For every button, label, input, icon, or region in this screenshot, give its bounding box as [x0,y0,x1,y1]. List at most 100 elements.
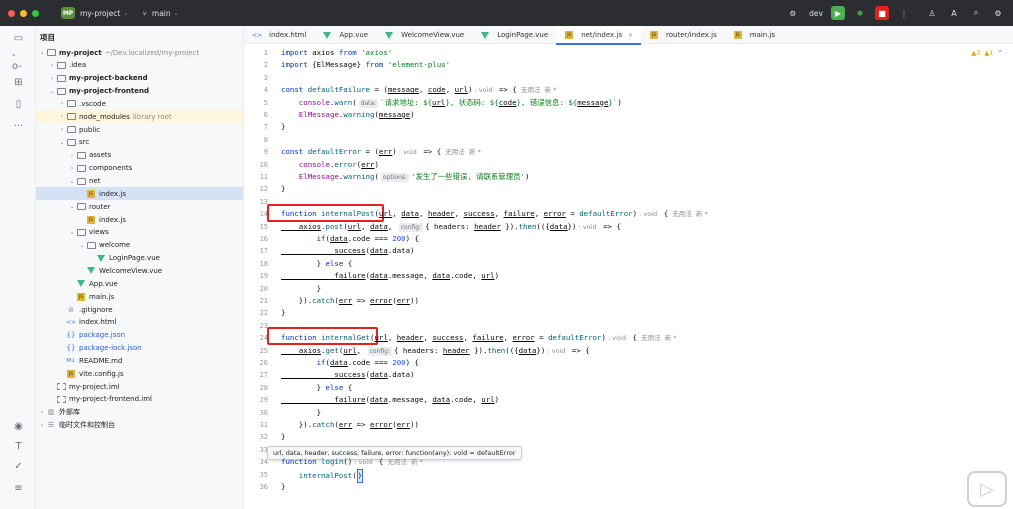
project-folder-icon[interactable]: ▭ [12,32,25,45]
close-window-button[interactable] [8,9,15,17]
more-tools-icon[interactable]: ··· [12,120,25,133]
inspection-widget[interactable]: ▲3 ▲1 ⌃ [971,49,1003,57]
git-icon[interactable]: ≡ [12,482,25,495]
tree-item[interactable]: › .idea [36,59,243,72]
zoom-window-button[interactable] [32,9,39,17]
run-config-selector[interactable]: dev [809,9,823,18]
tree-item[interactable]: JS main.js [36,290,243,303]
tree-item[interactable]: JS index.js [36,213,243,226]
code-line[interactable]: }).catch(err => error(err)) [281,295,419,307]
code-line[interactable]: } [281,121,285,133]
tab-loginpage-vue[interactable]: LoginPage.vue [472,26,556,44]
tree-item[interactable]: WelcomeView.vue [36,264,243,277]
tab-main-js[interactable]: JS main.js [725,26,783,44]
code-line[interactable]: if(data.code === 200) { [281,233,419,245]
code-line[interactable]: function login() : void { 无用法 新 * [281,456,423,468]
minimize-window-button[interactable] [20,9,27,17]
tab-router-index-js[interactable]: JS router/index.js [641,26,725,44]
close-icon[interactable]: × [628,32,633,39]
code-token: login [321,457,344,467]
code-line[interactable]: function internalPost(url, data, header,… [281,208,708,220]
code-line[interactable]: } [281,283,321,295]
code-line[interactable]: failure(data.message, data.code, url) [281,394,499,406]
code-line[interactable]: const defaultError = (err) : void => { 无… [281,146,481,158]
tab-welcomeview-vue[interactable]: WelcomeView.vue [376,26,472,44]
branch-switcher[interactable]: main [152,9,171,18]
stop-button[interactable]: ■ [875,6,889,20]
code-line[interactable]: } [281,307,285,319]
tree-item[interactable]: › my-project-backend [36,72,243,85]
code-line[interactable]: function internalGet(url, header, succes… [281,332,677,344]
more-icon[interactable]: ⋮ [897,6,911,20]
code-line[interactable]: }).catch(err => error(err)) [281,419,419,431]
run-button[interactable]: ▶ [831,6,845,20]
code-line[interactable]: failure(data.message, data.code, url) [281,270,499,282]
tree-item[interactable]: ⌄ views [36,226,243,239]
tree-item-label: App.vue [89,279,118,288]
commit-icon[interactable]: -o- [12,50,25,72]
code-line[interactable]: success(data.data) [281,245,414,257]
code-line[interactable]: ElMessage.warning(message) [281,109,415,121]
tree-item[interactable]: App.vue [36,277,243,290]
tree-item[interactable]: › .vscode [36,97,243,110]
tab-net-index-js[interactable]: JS net/index.js × [556,26,642,45]
code-editor[interactable]: 1 2 3 4 5 6 7 8 9 10 11 12 13 14 15 16 17 18 19 20 21 22 23 24 2… [244,45,1013,509]
code-line[interactable]: success(data.data) [281,369,414,381]
tree-item[interactable]: ⌄ my-project ~/Dev.localized/my-project [36,46,243,59]
tab-app-vue[interactable]: App.vue [314,26,376,44]
code-line[interactable]: } else { [281,382,353,394]
code-line[interactable]: axios.get(url, config:{ headers: header … [281,345,590,357]
tree-item[interactable]: › ▥ 外部库 [36,406,243,419]
tree-item[interactable]: › components [36,162,243,175]
code-line[interactable]: axios.post(url, data, config:{ headers: … [281,221,621,233]
tab-index-html[interactable]: <> index.html [244,26,314,44]
services-icon[interactable]: ◉ [12,420,25,433]
problems-icon[interactable]: ✓ [12,460,25,473]
code-line[interactable]: } else { [281,258,353,270]
code-line[interactable]: } [281,407,321,419]
tree-item[interactable]: ⌄ src [36,136,243,149]
tree-item[interactable]: ⌄ my-project-frontend [36,85,243,98]
search-icon[interactable]: ⌕ [969,6,983,20]
tree-item[interactable]: <> index.html [36,316,243,329]
tree-item[interactable]: M↓ README.md [36,354,243,367]
code-line[interactable]: import {ElMessage} from 'element-plus' [281,59,450,71]
tree-item[interactable]: {} package.json [36,329,243,342]
tree-item[interactable]: › public [36,123,243,136]
structure-icon[interactable]: ⊞ [12,76,25,89]
settings-icon[interactable]: ⚙ [991,6,1005,20]
tree-item[interactable]: ⌄ router [36,200,243,213]
code-line[interactable]: if(data.code === 200) { [281,357,419,369]
code-line[interactable]: const defaultFailure = (message, code, u… [281,84,556,96]
project-switcher[interactable]: my-project [80,9,120,18]
tree-item[interactable]: › assets [36,149,243,162]
parameter-hint: options: [380,173,410,182]
tree-item[interactable]: JS vite.config.js [36,367,243,380]
tree-item[interactable]: {} package-lock.json [36,342,243,355]
code-line[interactable]: console.error(err) [281,159,379,171]
tree-item[interactable]: my-project.iml [36,380,243,393]
debug-icon[interactable]: ✱ [853,6,867,20]
tree-item[interactable]: ⌄ net [36,175,243,188]
code-line[interactable]: ElMessage.warning(options: '发生了一些错误, 请联系管… [281,171,529,183]
terminal-icon[interactable]: T [12,440,25,453]
account-icon[interactable]: ♙ [925,6,939,20]
code-line[interactable]: import axios from 'axios' [281,47,392,59]
tree-item[interactable]: › node_modules library root [36,110,243,124]
tree-item[interactable]: JS index.js [36,187,243,201]
play-overlay-icon[interactable]: ▷ [967,471,1007,507]
tree-item[interactable]: ⊘ .gitignore [36,303,243,316]
tree-item[interactable]: › ☰ 临时文件和控制台 [36,419,243,432]
tree-item[interactable]: LoginPage.vue [36,252,243,265]
tree-item[interactable]: ⌄ welcome [36,239,243,252]
code-line[interactable]: console.warn(data: `请求地址: ${url}, 状态码: ${… [281,97,622,109]
translate-icon[interactable]: A [947,6,961,20]
bookmarks-icon[interactable]: ▯ [12,98,25,111]
tree-item[interactable]: my-project-frontend.iml [36,393,243,406]
project-badge[interactable]: MP [61,7,75,19]
tree-item-label: src [79,138,90,147]
code-line[interactable]: } [281,431,285,443]
code-line[interactable]: internalPost() [281,468,364,483]
code-line[interactable]: } [281,183,285,195]
code-line[interactable]: } [281,481,285,493]
